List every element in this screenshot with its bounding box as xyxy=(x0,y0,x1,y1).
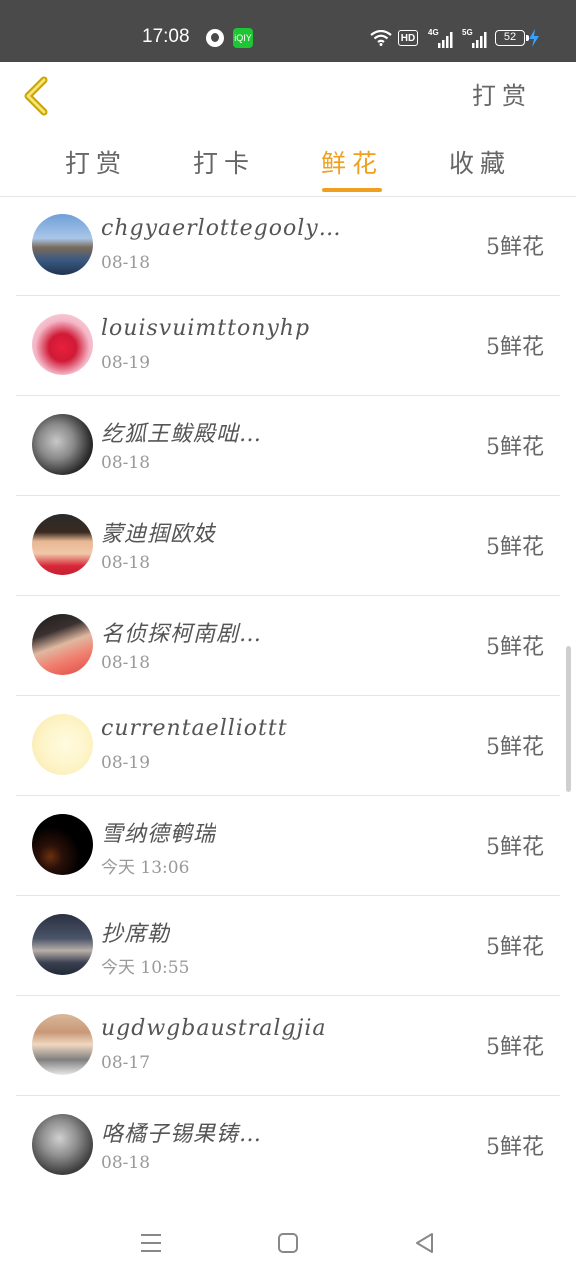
username: chgyaerlottegooly… xyxy=(101,216,342,241)
flower-amount: 5鲜花 xyxy=(486,1035,544,1060)
username: 纥狐王鲅殿咄… xyxy=(101,422,263,447)
back-chevron-icon[interactable] xyxy=(18,74,58,118)
flower-amount: 5鲜花 xyxy=(486,335,544,360)
avatar xyxy=(32,614,93,675)
status-bar: 17:08 iQIY HD 4G 5G 52 xyxy=(0,0,576,62)
flower-amount: 5鲜花 xyxy=(486,635,544,660)
avatar xyxy=(32,914,93,975)
tab-bar: 打赏 打卡 鲜花 收藏 xyxy=(0,130,576,197)
avatar xyxy=(32,1114,93,1175)
menu-icon[interactable] xyxy=(138,1230,164,1256)
date: 08-19 xyxy=(101,753,151,773)
wifi-icon xyxy=(370,30,392,46)
avatar xyxy=(32,314,93,375)
flower-amount: 5鲜花 xyxy=(486,935,544,960)
signal-4g-icon: 4G xyxy=(428,28,454,48)
username: 蒙迪掴欧妓 xyxy=(101,522,217,547)
scrollbar[interactable] xyxy=(566,646,571,792)
list-item[interactable]: 名侦探柯南剧… 08-18 5鲜花 xyxy=(16,596,560,696)
username: 咯橘子锡果铸… xyxy=(101,1122,263,1147)
back-triangle-icon[interactable] xyxy=(412,1230,438,1256)
status-time: 17:08 xyxy=(142,26,190,47)
avatar xyxy=(32,714,93,775)
active-tab-indicator xyxy=(322,188,382,192)
flower-amount: 5鲜花 xyxy=(486,835,544,860)
list-item[interactable]: currentaelliottt 08-19 5鲜花 xyxy=(16,696,560,796)
avatar xyxy=(32,514,93,575)
browser-app-icon xyxy=(206,29,224,47)
flower-amount: 5鲜花 xyxy=(486,435,544,460)
date: 今天 13:06 xyxy=(101,858,190,878)
flower-amount: 5鲜花 xyxy=(486,735,544,760)
nav-bar: 打赏 xyxy=(0,62,576,130)
username: 名侦探柯南剧… xyxy=(101,622,263,647)
list-item[interactable]: 雪纳德鹌瑞 今天 13:06 5鲜花 xyxy=(16,796,560,896)
username: louisvuimttonyhp xyxy=(101,316,311,341)
list-item[interactable]: louisvuimttonyhp 08-19 5鲜花 xyxy=(16,296,560,396)
list-item[interactable]: ugdwgbaustralgjia 08-17 5鲜花 xyxy=(16,996,560,1096)
list-item[interactable]: 咯橘子锡果铸… 08-18 5鲜花 xyxy=(16,1096,560,1196)
flower-amount: 5鲜花 xyxy=(486,235,544,260)
avatar xyxy=(32,1014,93,1075)
battery-icon: 52 xyxy=(495,30,529,46)
date: 08-19 xyxy=(101,353,151,373)
avatar xyxy=(32,214,93,275)
date: 08-18 xyxy=(101,1153,151,1173)
date: 08-18 xyxy=(101,653,151,673)
username: ugdwgbaustralgjia xyxy=(101,1016,327,1041)
avatar xyxy=(32,814,93,875)
list-item[interactable]: 抄席勒 今天 10:55 5鲜花 xyxy=(16,896,560,996)
username: currentaelliottt xyxy=(101,716,288,741)
charging-bolt-icon xyxy=(529,29,539,47)
tab-reward[interactable]: 打赏 xyxy=(48,144,144,184)
date: 08-17 xyxy=(101,1053,151,1073)
avatar xyxy=(32,414,93,475)
hd-badge: HD xyxy=(398,30,418,46)
signal-5g-icon: 5G xyxy=(462,28,488,48)
date: 08-18 xyxy=(101,553,151,573)
flower-list: chgyaerlottegooly… 08-18 5鲜花 louisvuimtt… xyxy=(0,196,576,1196)
reward-link[interactable]: 打赏 xyxy=(472,76,532,111)
date: 08-18 xyxy=(101,453,151,473)
list-item[interactable]: chgyaerlottegooly… 08-18 5鲜花 xyxy=(16,196,560,296)
date: 今天 10:55 xyxy=(101,958,190,978)
list-item[interactable]: 蒙迪掴欧妓 08-18 5鲜花 xyxy=(16,496,560,596)
flower-amount: 5鲜花 xyxy=(486,1135,544,1160)
flower-amount: 5鲜花 xyxy=(486,535,544,560)
tab-checkin[interactable]: 打卡 xyxy=(176,144,272,184)
tab-favorites[interactable]: 收藏 xyxy=(432,144,528,184)
username: 抄席勒 xyxy=(101,922,171,947)
video-app-icon: iQIY xyxy=(233,28,253,48)
date: 08-18 xyxy=(101,253,151,273)
list-item[interactable]: 纥狐王鲅殿咄… 08-18 5鲜花 xyxy=(16,396,560,496)
system-nav-bar xyxy=(0,1195,576,1280)
home-icon[interactable] xyxy=(275,1230,301,1256)
tab-flowers[interactable]: 鲜花 xyxy=(304,144,400,184)
username: 雪纳德鹌瑞 xyxy=(101,822,217,847)
